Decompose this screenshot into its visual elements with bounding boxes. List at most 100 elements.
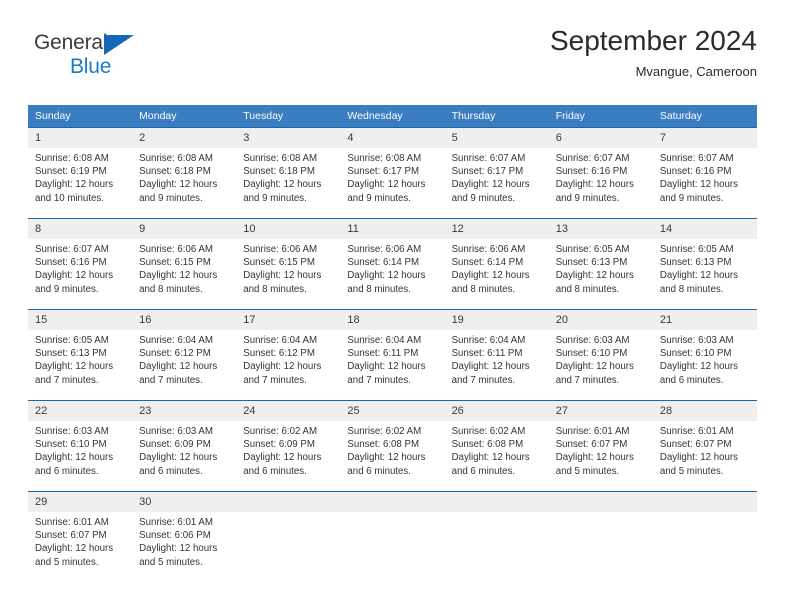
date-number[interactable]: 18	[340, 310, 444, 330]
daylight-text-line1: Daylight: 12 hours	[555, 361, 634, 373]
date-number[interactable]: 27	[549, 401, 653, 421]
date-number[interactable]: 2	[132, 128, 236, 148]
day-cell[interactable]: Sunrise: 6:04 AM Sunset: 6:11 PM Dayligh…	[445, 330, 549, 400]
date-number[interactable]: 10	[236, 219, 340, 239]
sunrise-text: Sunrise: 6:08 AM	[35, 153, 109, 164]
sunset-text: Sunset: 6:13 PM	[35, 348, 107, 360]
week-date-band: 22 23 24 25 26 27 28	[28, 401, 757, 421]
sunset-text: Sunset: 6:15 PM	[139, 257, 211, 269]
general-blue-logo[interactable]: General Blue	[34, 32, 174, 86]
date-number[interactable]: 6	[549, 128, 653, 148]
date-number[interactable]: 5	[445, 128, 549, 148]
day-cell[interactable]: Sunrise: 6:06 AM Sunset: 6:14 PM Dayligh…	[340, 239, 444, 309]
daylight-text-line1: Daylight: 12 hours	[35, 361, 114, 373]
day-cell[interactable]: Sunrise: 6:01 AM Sunset: 6:07 PM Dayligh…	[653, 421, 757, 491]
day-cell[interactable]: Sunrise: 6:02 AM Sunset: 6:08 PM Dayligh…	[340, 421, 444, 491]
sunset-text: Sunset: 6:12 PM	[139, 348, 211, 360]
date-number[interactable]: 21	[653, 310, 757, 330]
date-number[interactable]: 16	[132, 310, 236, 330]
day-cell[interactable]: Sunrise: 6:08 AM Sunset: 6:18 PM Dayligh…	[236, 148, 340, 218]
date-number[interactable]: 25	[340, 401, 444, 421]
week-date-band: 8 9 10 11 12 13 14	[28, 219, 757, 239]
daylight-text-line1: Daylight: 12 hours	[659, 270, 738, 282]
day-cell[interactable]: Sunrise: 6:02 AM Sunset: 6:08 PM Dayligh…	[445, 421, 549, 491]
daylight-text-line2: and 9 minutes.	[659, 192, 724, 204]
date-number[interactable]: 11	[340, 219, 444, 239]
date-number[interactable]: 23	[132, 401, 236, 421]
date-number[interactable]: 1	[28, 128, 132, 148]
day-cell[interactable]: Sunrise: 6:07 AM Sunset: 6:16 PM Dayligh…	[549, 148, 653, 218]
daylight-text-line2: and 6 minutes.	[451, 465, 516, 477]
date-number[interactable]: 13	[549, 219, 653, 239]
day-cell[interactable]: Sunrise: 6:03 AM Sunset: 6:10 PM Dayligh…	[549, 330, 653, 400]
day-of-week-saturday: Saturday	[659, 110, 702, 122]
date-number[interactable]: 8	[28, 219, 132, 239]
day-cell-empty	[236, 512, 340, 582]
daylight-text-line2: and 10 minutes.	[35, 192, 104, 204]
date-number[interactable]: 30	[132, 492, 236, 512]
sunrise-text: Sunrise: 6:01 AM	[555, 426, 630, 437]
sunset-text: Sunset: 6:08 PM	[347, 439, 420, 451]
day-cell[interactable]: Sunrise: 6:07 AM Sunset: 6:16 PM Dayligh…	[653, 148, 757, 218]
date-number[interactable]: 20	[549, 310, 653, 330]
day-cell[interactable]: Sunrise: 6:02 AM Sunset: 6:09 PM Dayligh…	[236, 421, 340, 491]
date-number[interactable]: 29	[28, 492, 132, 512]
day-cell[interactable]: Sunrise: 6:08 AM Sunset: 6:18 PM Dayligh…	[132, 148, 236, 218]
sunset-text: Sunset: 6:16 PM	[35, 257, 107, 269]
date-number[interactable]: 4	[340, 128, 444, 148]
sunset-text: Sunset: 6:14 PM	[451, 257, 524, 269]
day-cell[interactable]: Sunrise: 6:05 AM Sunset: 6:13 PM Dayligh…	[549, 239, 653, 309]
day-cell[interactable]: Sunrise: 6:03 AM Sunset: 6:09 PM Dayligh…	[132, 421, 236, 491]
date-number[interactable]: 24	[236, 401, 340, 421]
date-number[interactable]: 26	[445, 401, 549, 421]
day-cell[interactable]: Sunrise: 6:06 AM Sunset: 6:15 PM Dayligh…	[132, 239, 236, 309]
day-cell[interactable]: Sunrise: 6:01 AM Sunset: 6:07 PM Dayligh…	[28, 512, 132, 582]
daylight-text-line2: and 7 minutes.	[451, 374, 516, 386]
week-info-band: Sunrise: 6:07 AM Sunset: 6:16 PM Dayligh…	[28, 239, 757, 309]
day-cell[interactable]: Sunrise: 6:05 AM Sunset: 6:13 PM Dayligh…	[653, 239, 757, 309]
day-cell[interactable]: Sunrise: 6:01 AM Sunset: 6:06 PM Dayligh…	[132, 512, 236, 582]
date-number[interactable]: 3	[236, 128, 340, 148]
day-cell[interactable]: Sunrise: 6:01 AM Sunset: 6:07 PM Dayligh…	[549, 421, 653, 491]
day-cell[interactable]: Sunrise: 6:07 AM Sunset: 6:17 PM Dayligh…	[445, 148, 549, 218]
date-number[interactable]: 15	[28, 310, 132, 330]
daylight-text-line2: and 9 minutes.	[347, 192, 411, 204]
sunrise-text: Sunrise: 6:08 AM	[347, 153, 422, 164]
daylight-text-line1: Daylight: 12 hours	[139, 543, 218, 555]
sunset-text: Sunset: 6:09 PM	[139, 439, 211, 451]
date-number[interactable]: 9	[132, 219, 236, 239]
sunset-text: Sunset: 6:17 PM	[451, 166, 524, 178]
day-cell[interactable]: Sunrise: 6:04 AM Sunset: 6:12 PM Dayligh…	[132, 330, 236, 400]
logo-text-blue: Blue	[70, 55, 112, 78]
date-number[interactable]: 7	[653, 128, 757, 148]
sunrise-text: Sunrise: 6:03 AM	[139, 426, 213, 437]
sunset-text: Sunset: 6:16 PM	[555, 166, 628, 178]
sunrise-text: Sunrise: 6:05 AM	[35, 335, 109, 346]
day-cell[interactable]: Sunrise: 6:04 AM Sunset: 6:11 PM Dayligh…	[340, 330, 444, 400]
day-cell[interactable]: Sunrise: 6:03 AM Sunset: 6:10 PM Dayligh…	[653, 330, 757, 400]
sunrise-text: Sunrise: 6:07 AM	[451, 153, 526, 164]
day-cell-empty	[445, 512, 549, 582]
day-cell[interactable]: Sunrise: 6:08 AM Sunset: 6:17 PM Dayligh…	[340, 148, 444, 218]
date-number[interactable]: 19	[445, 310, 549, 330]
daylight-text-line1: Daylight: 12 hours	[35, 452, 114, 464]
daylight-text-line2: and 9 minutes.	[555, 192, 620, 204]
sunrise-text: Sunrise: 6:07 AM	[659, 153, 734, 164]
day-cell[interactable]: Sunrise: 6:04 AM Sunset: 6:12 PM Dayligh…	[236, 330, 340, 400]
date-number[interactable]: 22	[28, 401, 132, 421]
day-cell[interactable]: Sunrise: 6:06 AM Sunset: 6:14 PM Dayligh…	[445, 239, 549, 309]
date-number[interactable]: 28	[653, 401, 757, 421]
date-number[interactable]: 17	[236, 310, 340, 330]
day-cell[interactable]: Sunrise: 6:08 AM Sunset: 6:19 PM Dayligh…	[28, 148, 132, 218]
day-cell[interactable]: Sunrise: 6:03 AM Sunset: 6:10 PM Dayligh…	[28, 421, 132, 491]
daylight-text-line1: Daylight: 12 hours	[555, 452, 634, 464]
day-of-week-tuesday: Tuesday	[243, 110, 284, 122]
sunset-text: Sunset: 6:07 PM	[555, 439, 628, 451]
date-number[interactable]: 14	[653, 219, 757, 239]
day-cell[interactable]: Sunrise: 6:07 AM Sunset: 6:16 PM Dayligh…	[28, 239, 132, 309]
day-cell-empty	[653, 512, 757, 582]
day-cell[interactable]: Sunrise: 6:05 AM Sunset: 6:13 PM Dayligh…	[28, 330, 132, 400]
sunset-text: Sunset: 6:07 PM	[659, 439, 732, 451]
date-number[interactable]: 12	[445, 219, 549, 239]
day-cell[interactable]: Sunrise: 6:06 AM Sunset: 6:15 PM Dayligh…	[236, 239, 340, 309]
